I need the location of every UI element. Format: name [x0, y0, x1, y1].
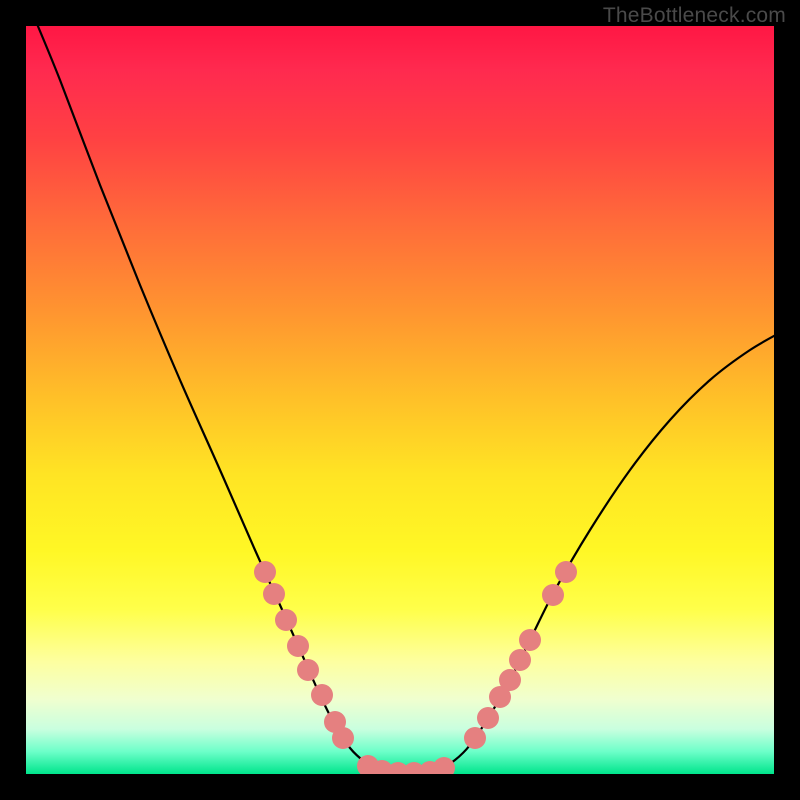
data-marker [254, 561, 276, 583]
data-marker [509, 649, 531, 671]
data-marker [433, 757, 455, 779]
watermark-text: TheBottleneck.com [603, 4, 786, 28]
data-marker [311, 684, 333, 706]
data-marker [263, 583, 285, 605]
data-marker [499, 669, 521, 691]
data-marker [519, 629, 541, 651]
data-marker [332, 727, 354, 749]
data-marker [555, 561, 577, 583]
data-marker [287, 635, 309, 657]
markers-right-group [464, 561, 577, 749]
markers-bottom-group [357, 755, 455, 784]
curve-line [32, 12, 785, 773]
data-marker [275, 609, 297, 631]
data-marker [464, 727, 486, 749]
markers-left-group [254, 561, 354, 749]
data-marker [297, 659, 319, 681]
bottleneck-curve-plot [0, 0, 800, 800]
data-marker [542, 584, 564, 606]
data-marker [477, 707, 499, 729]
